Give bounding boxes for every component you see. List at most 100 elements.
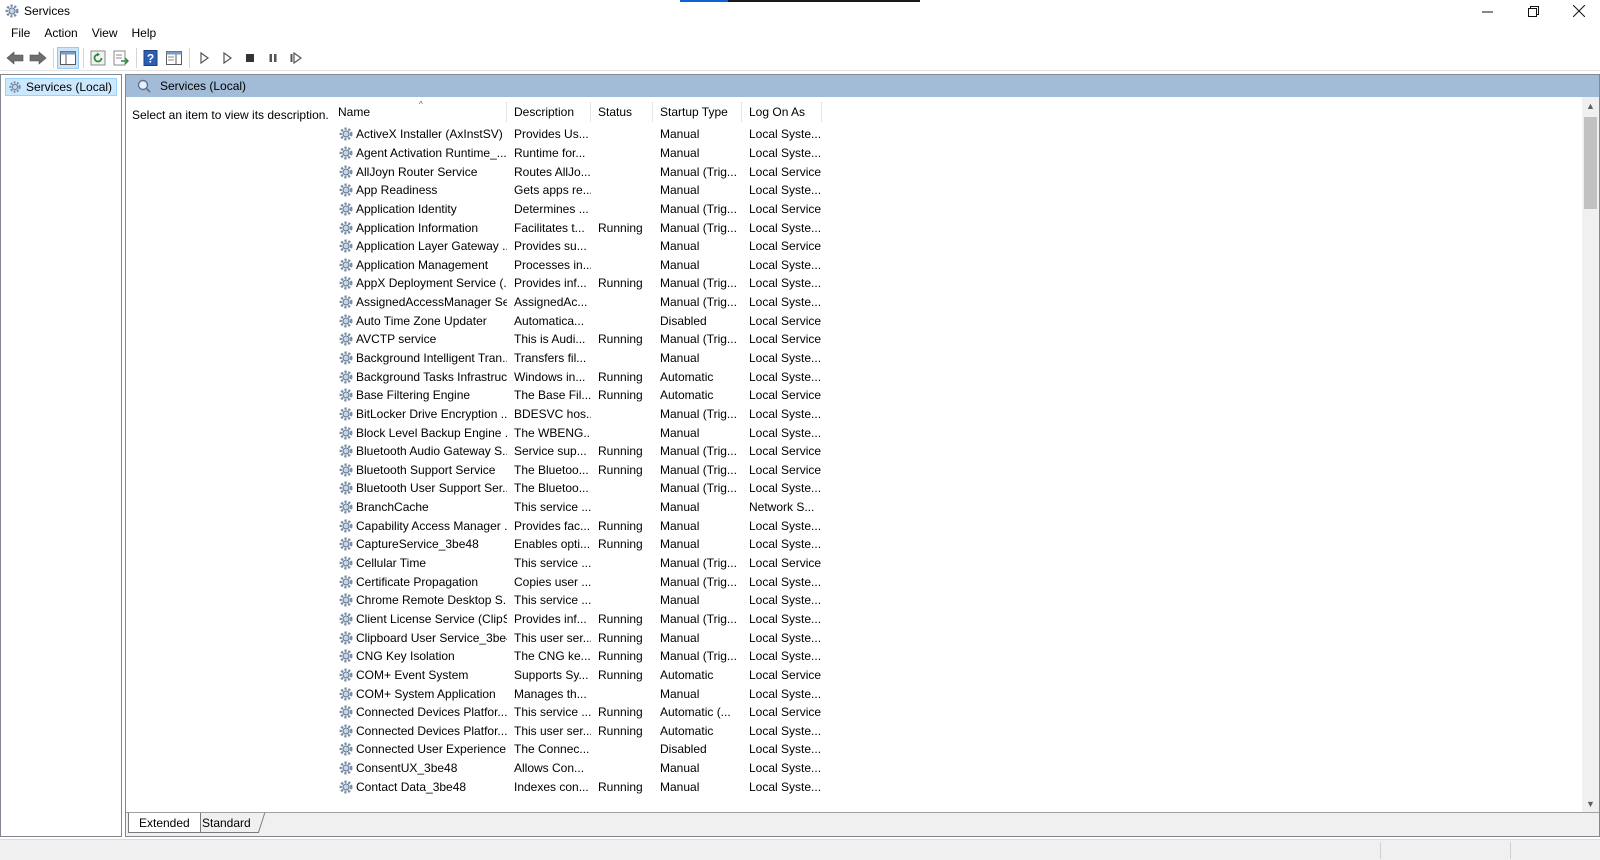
service-row[interactable]: CaptureService_3be48 Enables opti... Runni… <box>331 535 822 554</box>
service-name: Bluetooth Audio Gateway S... <box>356 444 507 459</box>
menu-file[interactable]: File <box>4 24 37 42</box>
restart-service-button[interactable] <box>285 47 307 69</box>
service-log-on-as: Local Syste... <box>749 574 822 589</box>
service-row[interactable]: Capability Access Manager ... Provides fa… <box>331 516 822 535</box>
play-icon <box>200 51 210 64</box>
scroll-up-icon[interactable]: ▲ <box>1582 97 1599 114</box>
column-header-status[interactable]: Status <box>591 102 653 122</box>
service-name: Background Tasks Infrastruc... <box>356 369 507 384</box>
service-gear-icon <box>339 314 353 328</box>
service-row[interactable]: COM+ Event System Supports Sy... Running Au… <box>331 666 822 685</box>
service-name: Bluetooth Support Service <box>356 462 496 477</box>
column-header-startup-type[interactable]: Startup Type <box>653 102 742 122</box>
service-row[interactable]: ConsentUX_3be48 Allows Con... Manual Local … <box>331 759 822 778</box>
column-header-name[interactable]: Name ^ <box>331 100 507 122</box>
service-row[interactable]: AppX Deployment Service (... Provides inf… <box>331 274 822 293</box>
service-log-on-as: Local Service <box>749 444 822 459</box>
service-row[interactable]: BitLocker Drive Encryption ... BDESVC hos… <box>331 405 822 424</box>
scrollbar-thumb[interactable] <box>1584 117 1597 209</box>
service-row[interactable]: Connected Devices Platfor... This service… <box>331 703 822 722</box>
service-row[interactable]: Block Level Backup Engine ... The WBENG..… <box>331 423 822 442</box>
service-log-on-as: Local Syste... <box>749 183 822 198</box>
service-description: The WBENG... <box>514 425 591 440</box>
service-row[interactable]: Application Identity Determines ... Manual… <box>331 200 822 219</box>
scroll-down-icon[interactable]: ▼ <box>1582 795 1599 812</box>
service-description: AssignedAc... <box>514 295 588 310</box>
service-row[interactable]: Bluetooth User Support Ser... The Bluetoo… <box>331 479 822 498</box>
service-row[interactable]: Connected Devices Platfor... This user se… <box>331 722 822 741</box>
service-row[interactable]: Application Management Processes in... Man… <box>331 255 822 274</box>
vertical-scrollbar[interactable]: ▲ ▼ <box>1582 97 1599 812</box>
service-row[interactable]: Client License Service (ClipS... Provides… <box>331 610 822 629</box>
service-row[interactable]: Certificate Propagation Copies user ... Ma… <box>331 572 822 591</box>
service-row[interactable]: Base Filtering Engine The Base Fil... Runn… <box>331 386 822 405</box>
service-log-on-as: Local Syste... <box>749 276 822 291</box>
service-row[interactable]: Clipboard User Service_3be48 This user se… <box>331 628 822 647</box>
service-row[interactable]: Auto Time Zone Updater Automatica... Disab… <box>331 311 822 330</box>
refresh-button[interactable] <box>87 47 109 69</box>
service-status: Running <box>598 649 643 664</box>
service-row[interactable]: AllJoyn Router Service Routes AllJo... Man… <box>331 162 822 181</box>
service-row[interactable]: Application Information Facilitates t... R… <box>331 218 822 237</box>
back-arrow-icon <box>6 50 24 65</box>
service-status <box>591 256 653 274</box>
tab-extended[interactable]: Extended <box>128 813 201 833</box>
service-log-on-as: Local Service <box>749 239 822 254</box>
service-row[interactable]: Background Tasks Infrastruc... Windows in… <box>331 367 822 386</box>
service-row[interactable]: Cellular Time This service ... Manual (Tri… <box>331 554 822 573</box>
service-row[interactable]: Application Layer Gateway ... Provides su… <box>331 237 822 256</box>
column-header-description[interactable]: Description <box>507 102 591 122</box>
menu-help[interactable]: Help <box>125 24 164 42</box>
close-button[interactable] <box>1556 0 1600 22</box>
service-row[interactable]: CNG Key Isolation The CNG ke... Running Man… <box>331 647 822 666</box>
help-button[interactable]: ? <box>140 47 162 69</box>
service-gear-icon <box>339 127 353 141</box>
menu-view[interactable]: View <box>85 24 125 42</box>
service-log-on-as: Local Service <box>749 313 822 328</box>
service-log-on-as: Local Service <box>749 667 822 682</box>
restore-button[interactable] <box>1510 0 1556 22</box>
tree-node-services-local[interactable]: Services (Local) <box>5 78 118 96</box>
column-header-log-on-as[interactable]: Log On As <box>742 102 822 122</box>
start-service-alt-button[interactable] <box>216 47 238 69</box>
service-name-cell: Connected User Experience... <box>331 740 507 758</box>
show-hide-console-tree-button[interactable] <box>57 46 79 69</box>
service-row[interactable]: Agent Activation Runtime_... Runtime for.… <box>331 144 822 163</box>
close-icon <box>1573 5 1585 17</box>
service-row[interactable]: BranchCache This service ... Manual Network… <box>331 498 822 517</box>
service-name-cell: AVCTP service <box>331 330 507 348</box>
service-row[interactable]: Chrome Remote Desktop S... This service .… <box>331 591 822 610</box>
menu-action[interactable]: Action <box>37 24 84 42</box>
service-description: BDESVC hos... <box>514 406 591 421</box>
stop-service-button[interactable] <box>239 47 261 69</box>
service-gear-icon <box>339 724 353 738</box>
toolbar-separator <box>189 47 190 68</box>
service-row[interactable]: Bluetooth Support Service The Bluetoo... R… <box>331 461 822 480</box>
service-row[interactable]: COM+ System Application Manages th... Manu… <box>331 684 822 703</box>
back-button[interactable] <box>4 47 26 69</box>
forward-button[interactable] <box>27 47 49 69</box>
service-row[interactable]: Bluetooth Audio Gateway S... Service sup.… <box>331 442 822 461</box>
start-service-button[interactable] <box>193 47 215 69</box>
service-row[interactable]: Background Intelligent Tran... Transfers … <box>331 349 822 368</box>
service-row[interactable]: App Readiness Gets apps re... Manual Local … <box>331 181 822 200</box>
service-description: This service ... <box>514 556 591 571</box>
service-name-cell: Client License Service (ClipS... <box>331 610 507 628</box>
service-status <box>591 498 653 516</box>
service-row[interactable]: Connected User Experience... The Connec..… <box>331 740 822 759</box>
properties-view-button[interactable] <box>163 47 185 69</box>
forward-arrow-icon <box>29 50 47 65</box>
minimize-button[interactable] <box>1464 0 1510 22</box>
service-row[interactable]: AssignedAccessManager Se... AssignedAc...… <box>331 293 822 312</box>
service-row[interactable]: AVCTP service This is Audi... Running Manua… <box>331 330 822 349</box>
service-name-cell: AssignedAccessManager Se... <box>331 293 507 311</box>
service-row[interactable]: Contact Data_3be48 Indexes con... Running M… <box>331 777 822 796</box>
service-status <box>591 125 653 143</box>
service-startup-type: Manual <box>660 239 700 254</box>
service-row[interactable]: ActiveX Installer (AxInstSV) Provides Us.… <box>331 125 822 144</box>
service-name: BranchCache <box>356 500 429 515</box>
service-status: Running <box>598 444 643 459</box>
export-list-button[interactable] <box>110 47 132 69</box>
service-gear-icon <box>339 500 353 514</box>
pause-service-button[interactable] <box>262 47 284 69</box>
